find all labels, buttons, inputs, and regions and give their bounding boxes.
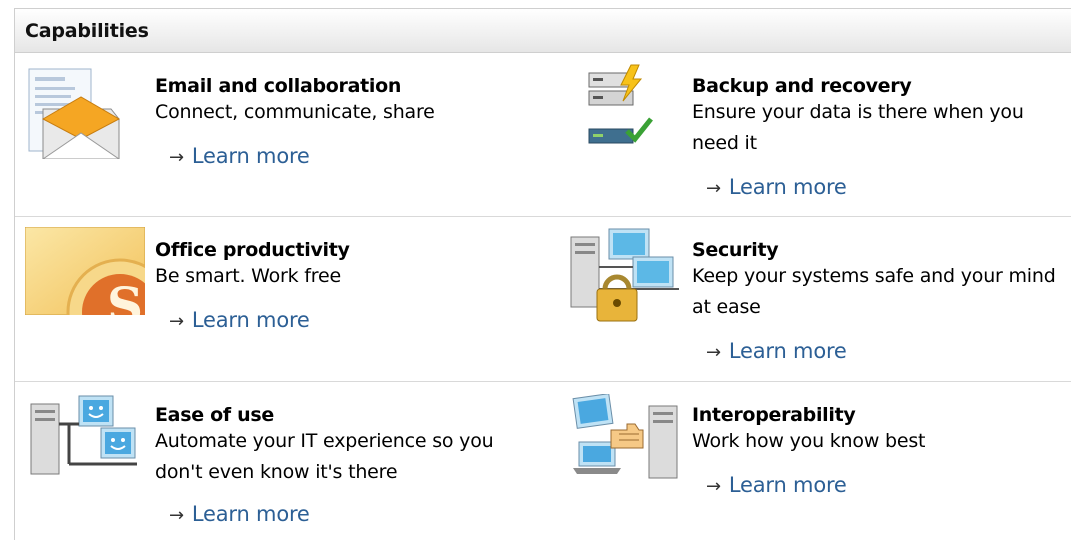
capability-email: Email and collaboration Connect, communi… xyxy=(15,53,555,216)
arrow-right-icon: → xyxy=(706,476,721,497)
arrow-right-icon: → xyxy=(169,505,184,526)
svg-text:S: S xyxy=(107,276,143,315)
capability-title: Backup and recovery xyxy=(692,75,912,97)
capability-title: Security xyxy=(692,239,779,261)
arrow-right-icon: → xyxy=(169,311,184,332)
arrow-right-icon: → xyxy=(706,342,721,363)
backup-server-icon xyxy=(588,64,653,144)
capability-row: Email and collaboration Connect, communi… xyxy=(15,53,1071,217)
capability-description: Keep your systems safe and your mind at … xyxy=(692,265,1056,318)
capability-title: Interoperability xyxy=(692,404,856,426)
capability-row: Ease of use Automate your IT experience … xyxy=(15,382,1071,541)
capability-row: S Office productivity Be smart. Work fre… xyxy=(15,217,1071,382)
capability-description: Ensure your data is there when you need … xyxy=(692,101,1024,154)
capability-description: Work how you know best xyxy=(692,430,926,452)
capability-security: Security Keep your systems safe and your… xyxy=(555,217,1071,381)
email-envelope-icon xyxy=(28,68,121,159)
capability-title: Ease of use xyxy=(155,404,274,426)
capability-title: Office productivity xyxy=(155,239,350,261)
capability-interoperability: Interoperability Work how you know best … xyxy=(555,382,1071,541)
capability-ease-of-use: Ease of use Automate your IT experience … xyxy=(15,382,555,541)
arrow-right-icon: → xyxy=(706,178,721,199)
interoperability-icon xyxy=(572,394,678,479)
capability-backup: Backup and recovery Ensure your data is … xyxy=(555,53,1071,216)
learn-more-link[interactable]: → Learn more xyxy=(706,339,847,363)
network-computers-icon xyxy=(30,395,137,475)
capability-office: S Office productivity Be smart. Work fre… xyxy=(15,217,555,381)
learn-more-link[interactable]: → Learn more xyxy=(169,144,310,168)
capability-title: Email and collaboration xyxy=(155,75,402,97)
capabilities-panel: Capabilities Email and collaboration Con… xyxy=(14,8,1071,540)
capability-description: Automate your IT experience so you don't… xyxy=(155,430,494,483)
learn-more-link[interactable]: → Learn more xyxy=(706,175,847,199)
office-logo-icon: S xyxy=(25,227,145,315)
learn-more-link[interactable]: → Learn more xyxy=(706,473,847,497)
arrow-right-icon: → xyxy=(169,147,184,168)
capability-description: Connect, communicate, share xyxy=(155,101,435,123)
panel-header: Capabilities xyxy=(15,9,1071,53)
security-lock-icon xyxy=(570,228,679,322)
capability-description: Be smart. Work free xyxy=(155,265,341,287)
panel-title: Capabilities xyxy=(25,19,149,42)
learn-more-link[interactable]: → Learn more xyxy=(169,308,310,332)
learn-more-link[interactable]: → Learn more xyxy=(169,502,310,526)
